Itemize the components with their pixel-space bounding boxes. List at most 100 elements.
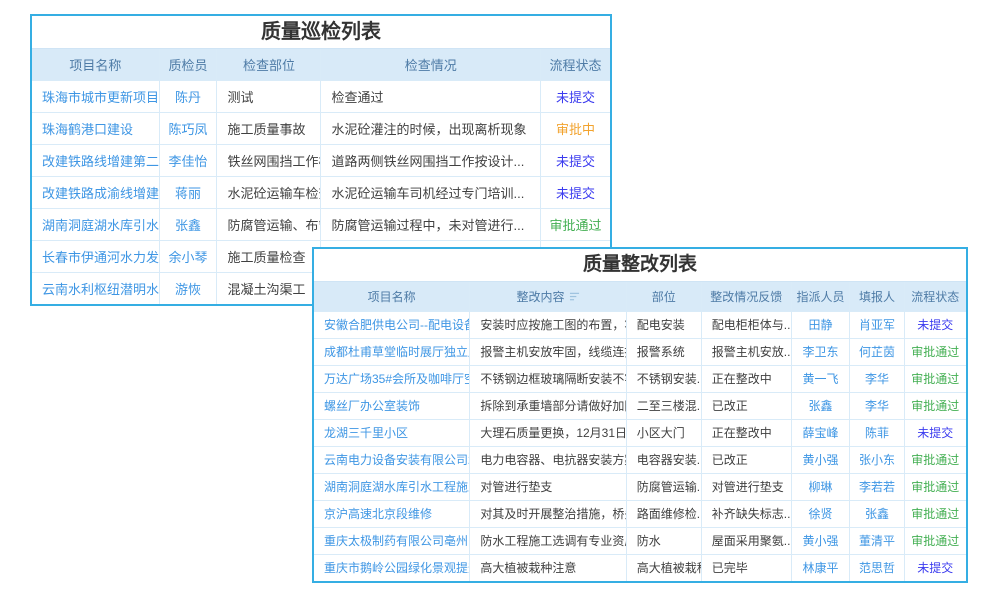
person-name[interactable]: 柳琳 (791, 473, 850, 500)
status-cell: 未提交 (541, 176, 610, 208)
status-cell: 未提交 (904, 419, 966, 446)
table-row: 重庆太极制药有限公司亳州中...防水工程施工选调有专业资质...防水屋面采用聚氨… (314, 527, 966, 554)
person-name[interactable]: 黄一飞 (791, 365, 850, 392)
person-name[interactable]: 黄小强 (791, 527, 850, 554)
text-cell: 检查通过 (321, 80, 541, 112)
table-row: 湖南洞庭湖水库引水工...张鑫防腐管运输、布管防腐管运输过程中，未对管进行...… (32, 208, 610, 240)
text-cell: 高大植被栽种 (626, 554, 701, 581)
text-cell: 电力电容器、电抗器安装方案,... (470, 446, 626, 473)
person-name[interactable]: 李华 (850, 365, 904, 392)
project-name-link[interactable]: 珠海市城市更新项目紫... (32, 80, 159, 112)
text-cell: 铁丝网围挡工作检查 (217, 144, 321, 176)
project-name-link[interactable]: 龙湖三千里小区 (314, 419, 470, 446)
person-name[interactable]: 陈丹 (159, 80, 217, 112)
project-name-link[interactable]: 改建铁路线增建第二线... (32, 144, 159, 176)
column-header-label: 流程状态 (911, 290, 959, 304)
project-name-link[interactable]: 重庆太极制药有限公司亳州中... (314, 527, 470, 554)
table-row: 螺丝厂办公室装饰拆除到承重墙部分请做好加固...二至三楼混...已改正张鑫李华审… (314, 392, 966, 419)
project-name-link[interactable]: 珠海鹤港口建设 (32, 112, 159, 144)
text-cell: 补齐缺失标志... (701, 500, 791, 527)
project-name-link[interactable]: 湖南洞庭湖水库引水工程施工标 (314, 473, 470, 500)
text-cell: 防腐管运输、布管 (217, 208, 321, 240)
text-cell: 已改正 (701, 392, 791, 419)
column-header: 整改情况反馈 (701, 282, 791, 311)
project-name-link[interactable]: 京沪高速北京段维修 (314, 500, 470, 527)
person-name[interactable]: 林康平 (791, 554, 850, 581)
text-cell: 水泥砼灌注的时候，出现离析现象 (321, 112, 541, 144)
text-cell: 路面维修检... (626, 500, 701, 527)
project-name-link[interactable]: 成都杜甫草堂临时展厅独立展... (314, 338, 470, 365)
status-cell: 审批通过 (904, 527, 966, 554)
column-header-label: 整改情况反馈 (710, 290, 782, 304)
column-header: 流程状态 (904, 282, 966, 311)
project-name-link[interactable]: 安徽合肥供电公司--配电设备... (314, 311, 470, 338)
text-cell: 报警主机安放... (701, 338, 791, 365)
person-name[interactable]: 张鑫 (791, 392, 850, 419)
column-header-label: 质检员 (169, 58, 208, 73)
person-name[interactable]: 肖亚军 (850, 311, 904, 338)
table-row: 云南电力设备安装有限公司20...电力电容器、电抗器安装方案,...电容器安装.… (314, 446, 966, 473)
text-cell: 防腐管运输过程中，未对管进行... (321, 208, 541, 240)
text-cell: 二至三楼混... (626, 392, 701, 419)
project-name-link[interactable]: 重庆市鹅岭公园绿化景观提升... (314, 554, 470, 581)
rectification-table-body: 安徽合肥供电公司--配电设备...安装时应按施工图的布置，将...配电安装配电柜… (314, 311, 966, 581)
column-header: 质检员 (159, 49, 217, 80)
header-row: 项目名称质检员检查部位检查情况流程状态 (32, 49, 610, 80)
person-name[interactable]: 张鑫 (159, 208, 217, 240)
text-cell: 屋面采用聚氨... (701, 527, 791, 554)
column-header-label: 检查情况 (405, 58, 457, 73)
status-cell: 未提交 (541, 144, 610, 176)
person-name[interactable]: 张小东 (850, 446, 904, 473)
text-cell: 小区大门 (626, 419, 701, 446)
project-name-link[interactable]: 云南电力设备安装有限公司20... (314, 446, 470, 473)
column-header: 填报人 (850, 282, 904, 311)
project-name-link[interactable]: 改建铁路成渝线增建第... (32, 176, 159, 208)
column-header-label: 检查部位 (243, 58, 295, 73)
person-name[interactable]: 张鑫 (850, 500, 904, 527)
person-name[interactable]: 黄小强 (791, 446, 850, 473)
text-cell: 不锈钢边框玻璃隔断安装不牢... (470, 365, 626, 392)
text-cell: 对其及时开展整治措施，桥头... (470, 500, 626, 527)
status-cell: 审批通过 (904, 392, 966, 419)
column-header-label: 填报人 (859, 290, 895, 304)
project-name-link[interactable]: 万达广场35#会所及咖啡厅空... (314, 365, 470, 392)
person-name[interactable]: 徐贤 (791, 500, 850, 527)
project-name-link[interactable]: 云南水利枢纽潜明水库... (32, 272, 159, 304)
status-cell: 审批通过 (904, 500, 966, 527)
table-row: 珠海鹤港口建设陈巧凤施工质量事故水泥砼灌注的时候，出现离析现象审批中 (32, 112, 610, 144)
status-cell: 审批通过 (904, 473, 966, 500)
person-name[interactable]: 李华 (850, 392, 904, 419)
text-cell: 对管进行垫支 (470, 473, 626, 500)
column-header-label: 流程状态 (550, 58, 602, 73)
person-name[interactable]: 陈巧凤 (159, 112, 217, 144)
person-name[interactable]: 李若若 (850, 473, 904, 500)
column-header: 流程状态 (541, 49, 610, 80)
inspection-table-title: 质量巡检列表 (32, 16, 610, 49)
person-name[interactable]: 田静 (791, 311, 850, 338)
rectification-data-table: 项目名称整改内容部位整改情况反馈指派人员填报人流程状态 安徽合肥供电公司--配电… (314, 282, 966, 581)
text-cell: 拆除到承重墙部分请做好加固... (470, 392, 626, 419)
text-cell: 水泥砼运输车检查 (217, 176, 321, 208)
text-cell: 正在整改中 (701, 419, 791, 446)
text-cell: 道路两侧铁丝网围挡工作按设计... (321, 144, 541, 176)
person-name[interactable]: 蒋丽 (159, 176, 217, 208)
column-header[interactable]: 整改内容 (470, 282, 626, 311)
person-name[interactable]: 董清平 (850, 527, 904, 554)
person-name[interactable]: 余小琴 (159, 240, 217, 272)
text-cell: 防水工程施工选调有专业资质... (470, 527, 626, 554)
text-cell: 电容器安装... (626, 446, 701, 473)
person-name[interactable]: 游恢 (159, 272, 217, 304)
person-name[interactable]: 陈菲 (850, 419, 904, 446)
project-name-link[interactable]: 长春市伊通河水力发电... (32, 240, 159, 272)
person-name[interactable]: 何芷茵 (850, 338, 904, 365)
rectification-table: 质量整改列表 项目名称整改内容部位整改情况反馈指派人员填报人流程状态 安徽合肥供… (312, 247, 968, 583)
sort-icon[interactable] (569, 292, 580, 302)
person-name[interactable]: 薛宝峰 (791, 419, 850, 446)
table-row: 龙湖三千里小区大理石质量更换，12月31日之...小区大门正在整改中薛宝峰陈菲未… (314, 419, 966, 446)
person-name[interactable]: 范思哲 (850, 554, 904, 581)
person-name[interactable]: 李卫东 (791, 338, 850, 365)
project-name-link[interactable]: 螺丝厂办公室装饰 (314, 392, 470, 419)
text-cell: 防腐管运输... (626, 473, 701, 500)
project-name-link[interactable]: 湖南洞庭湖水库引水工... (32, 208, 159, 240)
person-name[interactable]: 李佳怡 (159, 144, 217, 176)
